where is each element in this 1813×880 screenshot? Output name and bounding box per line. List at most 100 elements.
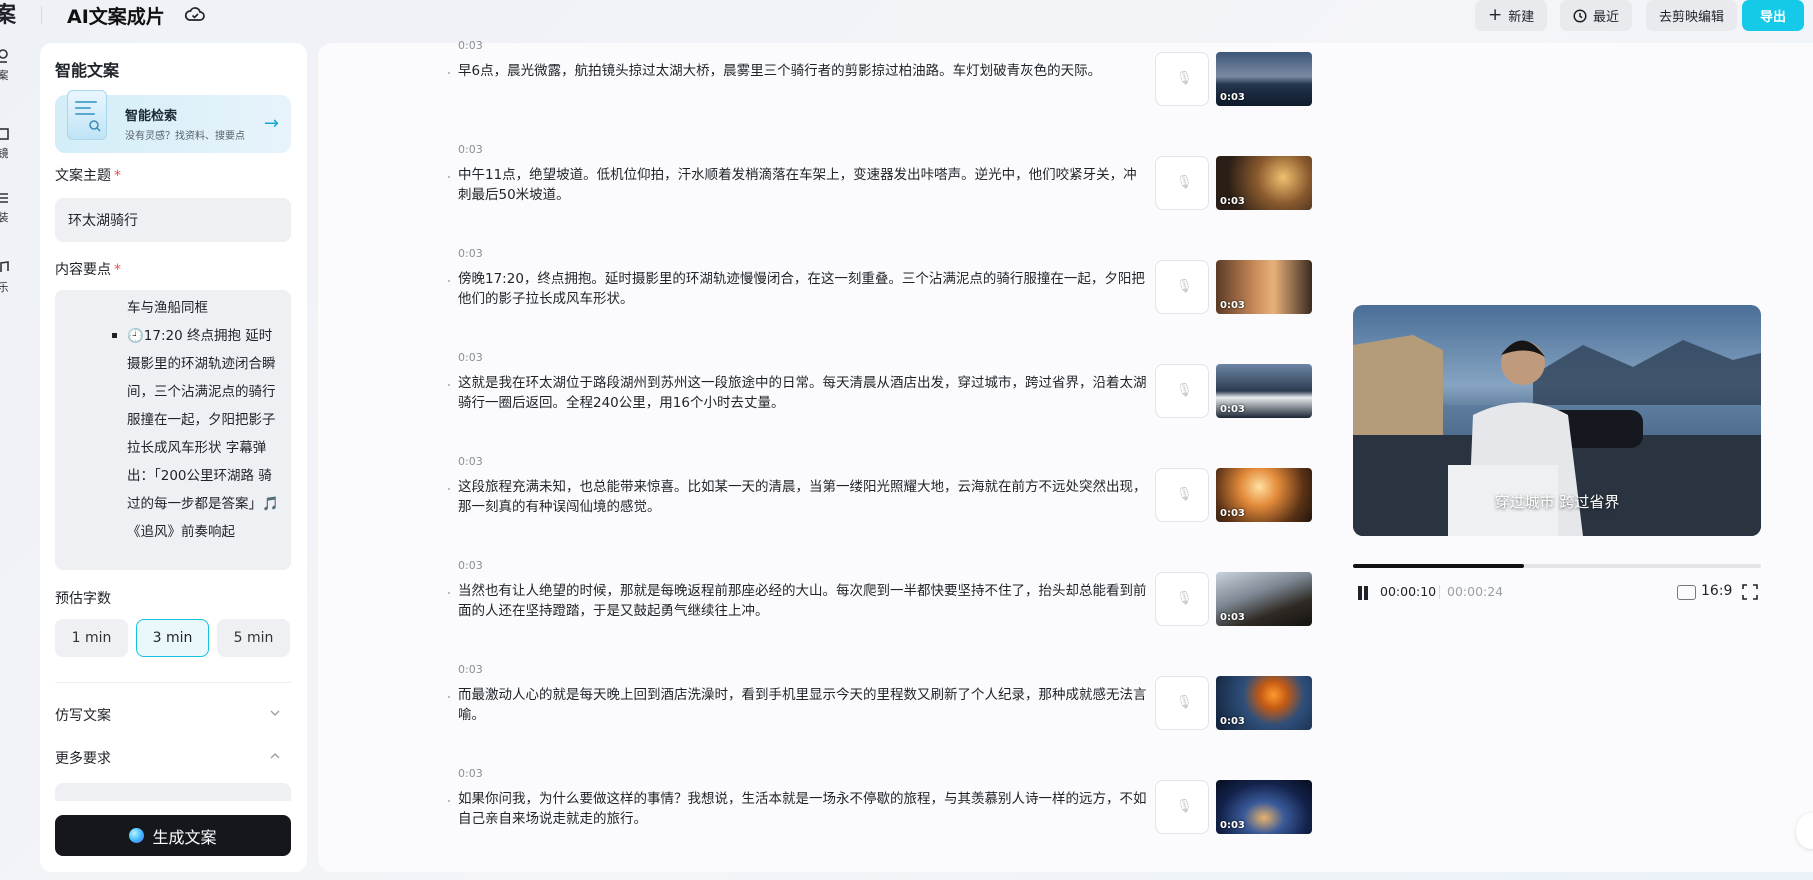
- points-label: 内容要点 *: [55, 259, 121, 279]
- recent-button-label: 最近: [1593, 10, 1620, 25]
- voiceover-button[interactable]: 🎙: [1155, 468, 1209, 522]
- fullscreen-icon[interactable]: [1742, 584, 1758, 600]
- aspect-ratio-icon[interactable]: [1677, 585, 1696, 600]
- segment-text[interactable]: 早6点，晨光微露，航拍镜头掠过太湖大桥，晨雾里三个骑行者的剪影掠过柏油路。车灯划…: [458, 61, 1148, 81]
- more-requirements-input[interactable]: [55, 783, 291, 801]
- current-time: 00:00:10: [1380, 584, 1437, 599]
- recent-button[interactable]: 最近: [1560, 0, 1633, 31]
- generate-copy-button[interactable]: 生成文案: [55, 815, 291, 856]
- script-segment[interactable]: 0:03 而最激动人心的就是每天晚上回到酒店洗澡时，看到手机里显示今天的里程数又…: [448, 663, 1558, 767]
- voiceover-button[interactable]: 🎙: [1155, 260, 1209, 314]
- segment-marker: [448, 592, 450, 594]
- segment-marker: [448, 176, 450, 178]
- rail-label-shot: 镜: [0, 147, 9, 160]
- voiceover-button[interactable]: 🎙: [1155, 364, 1209, 418]
- new-button-label: 新建: [1508, 10, 1535, 25]
- jianying-edit-label: 去剪映编辑: [1659, 10, 1725, 25]
- segment-marker: [448, 696, 450, 698]
- cloud-sync-icon[interactable]: [184, 4, 206, 26]
- segment-thumbnail[interactable]: 0:03: [1216, 364, 1312, 418]
- rail-label-music: 乐: [0, 281, 9, 294]
- voice-icon: 🎙: [1176, 591, 1193, 606]
- segment-text[interactable]: 这就是我在环太湖位于路段湖州到苏州这一段旅途中的日常。每天清晨从酒店出发，穿过城…: [458, 373, 1148, 413]
- rail-item-copy[interactable]: 案: [0, 48, 14, 83]
- export-button[interactable]: 导出: [1742, 0, 1805, 31]
- thumbnail-duration: 0:03: [1220, 612, 1245, 623]
- rail-item-music[interactable]: 乐: [0, 260, 14, 295]
- thumbnail-duration: 0:03: [1220, 508, 1245, 519]
- arrow-right-icon: →: [263, 113, 279, 134]
- segment-thumbnail[interactable]: 0:03: [1216, 52, 1312, 106]
- jianying-edit-button[interactable]: 去剪映编辑: [1646, 0, 1738, 31]
- voiceover-button[interactable]: 🎙: [1155, 52, 1209, 106]
- segment-thumbnail[interactable]: 0:03: [1216, 260, 1312, 314]
- segment-duration: 0:03: [458, 767, 483, 780]
- segment-text[interactable]: 如果你问我，为什么要做这样的事情？我想说，生活本就是一场永不停歇的旅程，与其羡慕…: [458, 789, 1148, 829]
- content-points-textarea[interactable]: 车与渔船同框 🕘17:20 终点拥抱 延时摄影里的环湖轨迹闭合瞬间，三个沾满泥点…: [55, 290, 291, 570]
- script-segment[interactable]: 0:03 早6点，晨光微露，航拍镜头掠过太湖大桥，晨雾里三个骑行者的剪影掠过柏油…: [448, 39, 1558, 143]
- voiceover-button[interactable]: 🎙: [1155, 156, 1209, 210]
- preview-subtitle: 穿过城市 跨过省界: [1494, 493, 1620, 511]
- document-search-icon: [67, 90, 107, 140]
- thumbnail-duration: 0:03: [1220, 300, 1245, 311]
- new-button[interactable]: + 新建: [1475, 0, 1548, 31]
- video-preview[interactable]: 穿过城市 跨过省界: [1353, 305, 1761, 536]
- required-mark: *: [114, 262, 121, 278]
- segment-marker: [448, 488, 450, 490]
- playback-progress[interactable]: [1353, 564, 1761, 568]
- segment-duration: 0:03: [458, 559, 483, 572]
- script-segment[interactable]: 0:03 当然也有让人绝望的时候，那就是每晚返程前那座必经的大山。每次爬到一半都…: [448, 559, 1558, 663]
- segment-text[interactable]: 这段旅程充满未知，也总能带来惊喜。比如某一天的清晨，当第一缕阳光照耀大地，云海就…: [458, 477, 1148, 517]
- rail-item-shot[interactable]: 镜: [0, 126, 14, 161]
- chevron-down-icon: [270, 710, 280, 716]
- chevron-up-icon: [270, 753, 280, 759]
- rewrite-label: 仿写文案: [55, 708, 111, 724]
- duration-option-3min[interactable]: 3 min: [136, 619, 209, 657]
- topic-label-text: 文案主题: [55, 168, 111, 184]
- segment-text[interactable]: 中午11点，绝望坡道。低机位仰拍，汗水顺着发梢滴落在车架上，变速器发出咔嗒声。逆…: [458, 165, 1148, 205]
- more-requirements-label: 更多要求: [55, 751, 111, 767]
- smart-search-card[interactable]: 智能检索 没有灵感？找资料、搜要点 →: [55, 90, 291, 153]
- divider: [55, 682, 291, 683]
- segment-marker: [448, 72, 450, 74]
- points-label-text: 内容要点: [55, 262, 111, 278]
- music-tool-icon: [0, 261, 9, 272]
- voice-icon: 🎙: [1176, 695, 1193, 710]
- thumbnail-duration: 0:03: [1220, 92, 1245, 103]
- segment-thumbnail[interactable]: 0:03: [1216, 780, 1312, 834]
- rail-item-pack[interactable]: 装: [0, 190, 14, 225]
- copy-tool-icon: [0, 49, 8, 63]
- voiceover-button[interactable]: 🎙: [1155, 780, 1209, 834]
- voiceover-button[interactable]: 🎙: [1155, 676, 1209, 730]
- segment-thumbnail[interactable]: 0:03: [1216, 468, 1312, 522]
- duration-option-5min[interactable]: 5 min: [217, 619, 290, 657]
- total-time: 00:00:24: [1447, 584, 1504, 599]
- app-title: AI文案成片: [67, 6, 165, 28]
- rail-label-pack: 装: [0, 211, 9, 224]
- segment-text[interactable]: 而最激动人心的就是每天晚上回到酒店洗澡时，看到手机里显示今天的里程数又刷新了个人…: [458, 685, 1148, 725]
- generate-copy-label: 生成文案: [152, 827, 217, 847]
- script-segment[interactable]: 0:03 如果你问我，为什么要做这样的事情？我想说，生活本就是一场永不停歇的旅程…: [448, 767, 1558, 871]
- segment-thumbnail[interactable]: 0:03: [1216, 676, 1312, 730]
- aspect-ratio-label[interactable]: 16:9: [1701, 583, 1732, 599]
- segment-text[interactable]: 当然也有让人绝望的时候，那就是每晚返程前那座必经的大山。每次爬到一半都快要坚持不…: [458, 581, 1148, 621]
- script-segment[interactable]: 0:03 中午11点，绝望坡道。低机位仰拍，汗水顺着发梢滴落在车架上，变速器发出…: [448, 143, 1558, 247]
- segment-thumbnail[interactable]: 0:03: [1216, 156, 1312, 210]
- list-bullet: [112, 333, 117, 338]
- voice-icon: 🎙: [1176, 279, 1193, 294]
- content-points-text: 车与渔船同框 🕘17:20 终点拥抱 延时摄影里的环湖轨迹闭合瞬间，三个沾满泥点…: [127, 300, 279, 540]
- pause-icon[interactable]: [1357, 586, 1369, 600]
- more-requirements-toggle[interactable]: 更多要求: [55, 748, 291, 768]
- voiceover-button[interactable]: 🎙: [1155, 572, 1209, 626]
- topic-input[interactable]: 环太湖骑行: [55, 198, 291, 242]
- duration-option-1min[interactable]: 1 min: [55, 619, 128, 657]
- segment-thumbnail[interactable]: 0:03: [1216, 572, 1312, 626]
- required-mark: *: [114, 168, 121, 184]
- duration-label: 预估字数: [55, 591, 111, 607]
- segment-marker: [448, 800, 450, 802]
- segment-text[interactable]: 傍晚17:20，终点拥抱。延时摄影里的环湖轨迹慢慢闭合，在这一刻重叠。三个沾满泥…: [458, 269, 1148, 309]
- voice-icon: 🎙: [1176, 799, 1193, 814]
- shot-tool-icon: [0, 128, 9, 140]
- rewrite-toggle[interactable]: 仿写文案: [55, 705, 291, 725]
- segment-duration: 0:03: [458, 247, 483, 260]
